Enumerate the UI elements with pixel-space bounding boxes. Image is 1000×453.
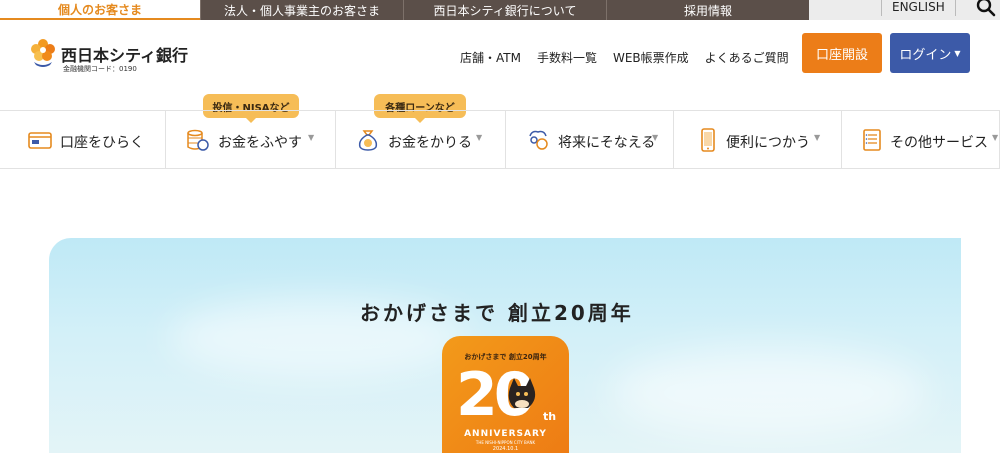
main-nav-other-services[interactable]: その他サービス ▼ (842, 111, 1000, 168)
badge-anniversary: ANNIVERSARY (464, 429, 547, 439)
bank-name: 西日本シティ銀行 (61, 46, 189, 65)
main-nav-label: その他サービス (890, 135, 988, 151)
main-nav-label: お金をふやす (218, 135, 302, 151)
tab-personal[interactable]: 個人のお客さま (0, 0, 200, 20)
main-nav-label: お金をかりる (388, 135, 472, 151)
open-account-label: 口座開設 (815, 47, 868, 63)
chevron-down-icon: ▼ (308, 133, 315, 142)
flower-logo-icon (31, 39, 55, 67)
nav-link-fees[interactable]: 手数料一覧 (537, 49, 597, 66)
chevron-down-icon: ▼ (476, 133, 483, 142)
main-nav-label: 口座をひらく (60, 135, 144, 151)
chevron-down-icon: ▼ (652, 133, 659, 142)
money-bag-icon (358, 130, 378, 151)
nav-link-web-forms[interactable]: WEB帳票作成 (613, 49, 689, 66)
main-nav-convenient-use[interactable]: 便利につかう ▼ (674, 111, 842, 168)
main-nav-prepare-future[interactable]: 将来にそなえる ▼ (506, 111, 674, 168)
main-nav-label: 便利につかう (726, 135, 810, 151)
future-icon (529, 130, 548, 150)
badge-bank-name: THE NISHI-NIPPON CITY BANK (475, 440, 536, 445)
nav-link-branch-atm[interactable]: 店舗・ATM (460, 49, 521, 66)
hero-title: おかげさまで 創立20周年 (360, 301, 634, 325)
main-nav-label: 将来にそなえる (558, 135, 656, 151)
badge-suffix: th (543, 410, 557, 423)
badge-date: 2024.10.1 (492, 446, 519, 452)
caret-down-icon: ▼ (954, 48, 961, 58)
open-account-button[interactable]: 口座開設 (802, 33, 882, 73)
tab-recruit[interactable]: 採用情報 (606, 0, 809, 20)
smartphone-icon (701, 128, 715, 152)
login-label: ログイン (899, 47, 952, 63)
cat-mascot-icon (508, 378, 536, 408)
top-tab-bar: 個人のお客さま 法人・個人事業主のお客さま 西日本シティ銀行について 採用情報 … (0, 0, 1000, 20)
bank-code: 金融機関コード：0190 (63, 65, 137, 73)
nav-link-faq[interactable]: よくあるご質問 (705, 49, 789, 66)
main-nav: 口座をひらく お金をふやす ▼ お金をかりる ▼ 将来にそなえる ▼ 便利につか… (0, 110, 1000, 169)
document-list-icon (863, 129, 881, 151)
chevron-down-icon: ▼ (814, 133, 821, 142)
bank-logo[interactable]: 西日本シティ銀行 金融機関コード：0190 (30, 38, 190, 74)
tab-corporate[interactable]: 法人・個人事業主のお客さま (200, 0, 403, 20)
main-nav-open-account[interactable]: 口座をひらく (0, 111, 166, 168)
header-nav: 店舗・ATM 手数料一覧 WEB帳票作成 よくあるご質問 (460, 49, 805, 66)
main-nav-borrow-money[interactable]: お金をかりる ▼ (336, 111, 506, 168)
utility-area: ENGLISH (809, 0, 1000, 20)
chevron-down-icon: ▼ (992, 133, 999, 142)
login-button[interactable]: ログイン ▼ (890, 33, 970, 73)
main-nav-grow-money[interactable]: お金をふやす ▼ (166, 111, 336, 168)
coins-icon (187, 129, 209, 151)
cloud-decoration (609, 348, 929, 438)
passbook-icon (28, 132, 52, 149)
english-link[interactable]: ENGLISH (881, 0, 956, 16)
anniversary-badge[interactable]: おかげさまで 創立20周年 20 th ANNIVERSARY THE NISH… (442, 336, 569, 453)
tab-about[interactable]: 西日本シティ銀行について (403, 0, 606, 20)
search-icon[interactable] (976, 0, 996, 17)
